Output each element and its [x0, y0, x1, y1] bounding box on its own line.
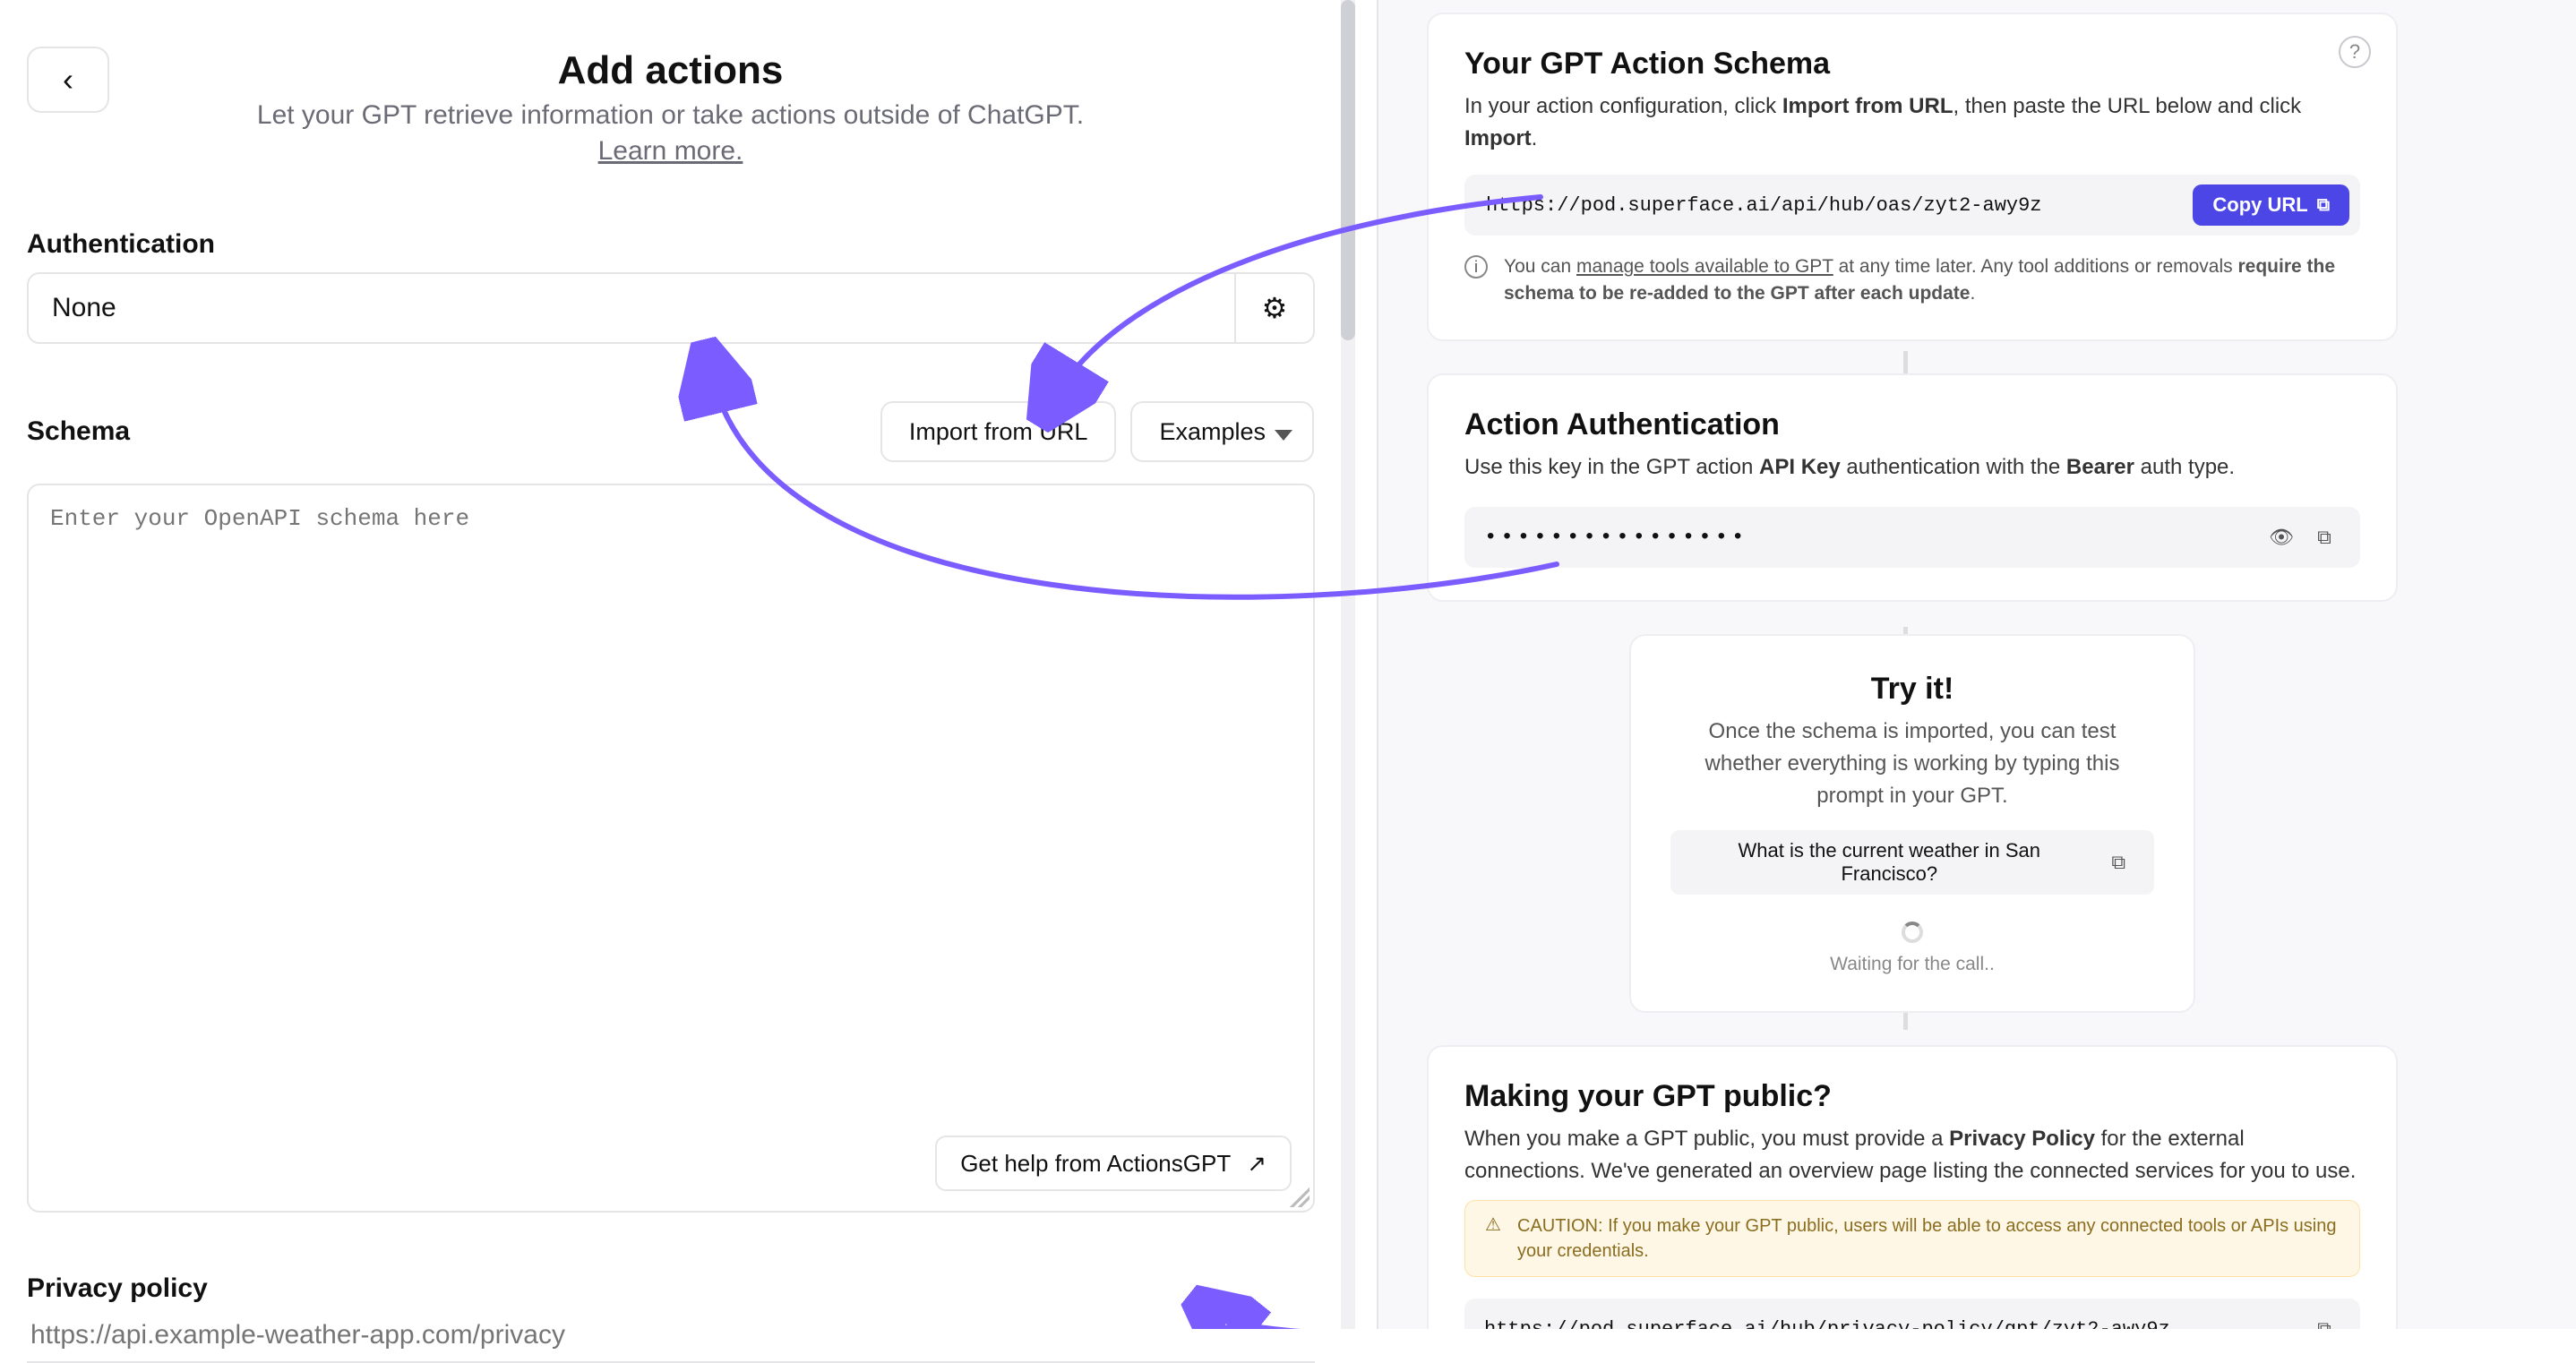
privacy-policy-label: Privacy policy — [27, 1273, 1314, 1304]
action-authentication-card: Action Authentication Use this key in th… — [1427, 373, 2398, 602]
card-title: Action Authentication — [1464, 407, 2360, 442]
privacy-policy-input[interactable] — [27, 1313, 1315, 1363]
copy-url-button[interactable]: Copy URL ⧉ — [2193, 184, 2349, 226]
copy-prompt-button[interactable]: ⧉ — [2103, 846, 2134, 879]
card-title: Try it! — [1670, 672, 2154, 707]
page-subtitle: Let your GPT retrieve information or tak… — [27, 100, 1314, 131]
authentication-field[interactable]: None ⚙ — [27, 272, 1315, 344]
schema-label: Schema — [27, 416, 130, 447]
example-prompt: What is the current weather in San Franc… — [1670, 830, 2154, 895]
copy-icon: ⧉ — [2317, 195, 2330, 216]
chevron-left-icon: ‹ — [63, 61, 73, 99]
schema-editor: Get help from ActionsGPT ↗ — [27, 484, 1315, 1213]
api-key-box: •••••••••••••••• 👁 ⧉ — [1464, 507, 2360, 568]
manage-tools-link[interactable]: manage tools available to GPT — [1576, 256, 1833, 277]
import-from-url-button[interactable]: Import from URL — [880, 401, 1117, 462]
privacy-url-value[interactable]: https://pod.superface.ai/hub/privacy-pol… — [1484, 1318, 2292, 1330]
page-title: Add actions — [27, 48, 1314, 93]
external-link-icon: ↗ — [1247, 1150, 1267, 1178]
copy-key-button[interactable]: ⧉ — [2308, 521, 2340, 553]
privacy-url-box: https://pod.superface.ai/hub/privacy-pol… — [1464, 1299, 2360, 1329]
learn-more-link[interactable]: Learn more. — [27, 136, 1314, 167]
card-text: When you make a GPT public, you must pro… — [1464, 1123, 2360, 1187]
copy-icon: ⧉ — [2317, 526, 2331, 549]
card-title: Making your GPT public? — [1464, 1079, 2360, 1114]
info-icon: i — [1464, 255, 1488, 279]
schema-url-value[interactable]: https://pod.superface.ai/api/hub/oas/zyt… — [1486, 194, 2177, 217]
card-text: In your action configuration, click Impo… — [1464, 90, 2360, 155]
waiting-text: Waiting for the call.. — [1670, 954, 2154, 975]
card-title: Your GPT Action Schema — [1464, 47, 2360, 81]
authentication-label: Authentication — [27, 229, 1314, 260]
schema-textarea[interactable] — [29, 485, 1313, 1211]
actions-config-pane: ‹ Add actions Let your GPT retrieve info… — [0, 0, 1341, 1329]
warning-icon: ⚠ — [1483, 1215, 1503, 1235]
help-icon[interactable]: ? — [2339, 36, 2371, 68]
examples-label: Examples — [1159, 418, 1266, 446]
guide-pane: ? Your GPT Action Schema In your action … — [1378, 0, 2576, 1329]
copy-url-label: Copy URL — [2212, 193, 2307, 217]
loading-spinner — [1902, 922, 1923, 943]
card-text: Use this key in the GPT action API Key a… — [1464, 451, 2360, 484]
caution-note: ⚠ CAUTION: If you make your GPT public, … — [1464, 1200, 2360, 1277]
actionsgpt-label: Get help from ActionsGPT — [960, 1150, 1231, 1178]
examples-dropdown[interactable]: Examples — [1130, 401, 1314, 462]
pane-divider — [1341, 0, 1378, 1329]
caution-text: CAUTION: If you make your GPT public, us… — [1517, 1213, 2341, 1264]
try-it-card: Try it! Once the schema is imported, you… — [1629, 634, 2195, 1013]
reveal-key-button[interactable]: 👁 — [2265, 521, 2297, 553]
api-key-masked: •••••••••••••••• — [1484, 526, 2254, 550]
copy-icon: ⧉ — [2111, 851, 2125, 874]
back-button[interactable]: ‹ — [27, 47, 109, 113]
eye-icon: 👁 — [2269, 526, 2294, 549]
info-note: i You can manage tools available to GPT … — [1464, 253, 2360, 307]
authentication-settings-button[interactable]: ⚙ — [1234, 274, 1313, 342]
authentication-value: None — [29, 274, 1234, 342]
making-gpt-public-card: Making your GPT public? When you make a … — [1427, 1045, 2398, 1329]
copy-privacy-url-button[interactable]: ⧉ — [2308, 1313, 2340, 1329]
card-text: Once the schema is imported, you can tes… — [1670, 716, 2154, 812]
gear-icon: ⚙ — [1262, 291, 1288, 325]
get-help-actionsgpt-button[interactable]: Get help from ActionsGPT ↗ — [935, 1136, 1292, 1191]
prompt-text: What is the current weather in San Franc… — [1690, 839, 2089, 886]
schema-url-box: https://pod.superface.ai/api/hub/oas/zyt… — [1464, 175, 2360, 236]
copy-icon: ⧉ — [2317, 1317, 2331, 1329]
gpt-action-schema-card: ? Your GPT Action Schema In your action … — [1427, 13, 2398, 341]
resize-handle[interactable] — [1290, 1187, 1309, 1207]
